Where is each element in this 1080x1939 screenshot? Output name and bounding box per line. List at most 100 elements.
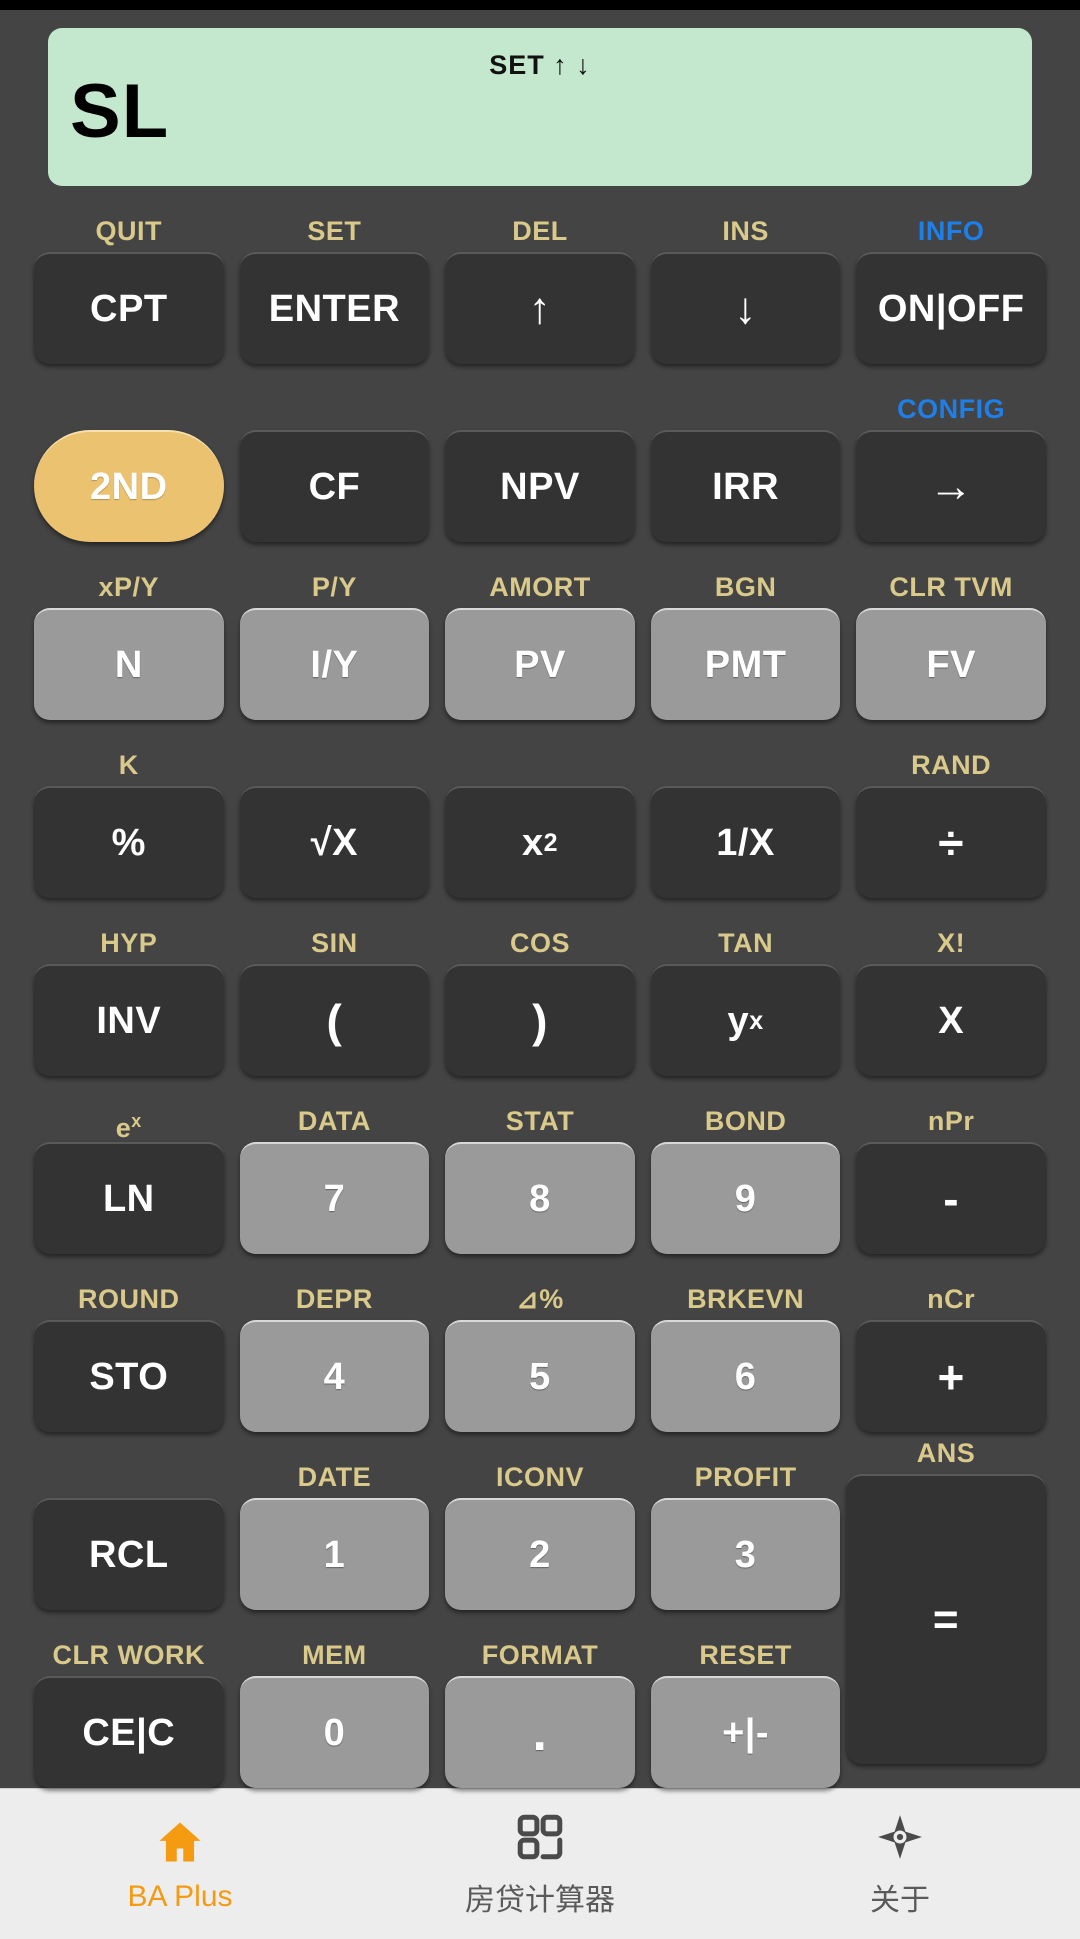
key-ln[interactable]: LN <box>34 1142 224 1254</box>
key-pmt[interactable]: PMT <box>650 608 841 720</box>
display-indicators: SET ↑ ↓ <box>489 50 591 80</box>
key-cpt-cell: QUIT CPT <box>26 186 232 364</box>
key-reciprocal-cell: 1/X <box>643 720 849 898</box>
nav-about[interactable]: 关于 <box>720 1809 1080 1919</box>
home-icon <box>154 1814 206 1870</box>
key-n[interactable]: N <box>34 608 224 720</box>
key-cpt[interactable]: CPT <box>34 252 224 364</box>
key-power[interactable]: yx <box>650 964 841 1076</box>
key-2nd[interactable]: 2ND <box>34 430 224 542</box>
key-up-second-label: DEL <box>512 216 568 246</box>
keypad-row: ex LN DATA 7 STAT 8 BOND 9 nPr - <box>26 1076 1054 1254</box>
key-sto-cell: ROUND STO <box>26 1254 232 1432</box>
key-equals-cell: = <box>846 1474 1046 1764</box>
key-up[interactable]: ↑ <box>445 252 635 364</box>
key-9-cell: BOND 9 <box>643 1076 849 1254</box>
key-1[interactable]: 1 <box>239 1498 430 1610</box>
key-percent[interactable]: % <box>34 786 224 898</box>
key-8[interactable]: 8 <box>445 1142 635 1254</box>
key-decimal[interactable]: . <box>445 1676 635 1788</box>
nav-ba-plus[interactable]: BA Plus <box>0 1814 360 1914</box>
key-square[interactable]: x2 <box>445 786 635 898</box>
key-minus[interactable]: - <box>856 1142 1046 1254</box>
key-6[interactable]: 6 <box>650 1320 841 1432</box>
key-5-second-label: ⊿% <box>516 1284 564 1314</box>
key-0-second-label: MEM <box>302 1640 367 1670</box>
key-right-arrow-second-label: CONFIG <box>897 394 1006 424</box>
key-ce-c[interactable]: CE|C <box>34 1676 224 1788</box>
key-sqrt-cell: √X <box>232 720 438 898</box>
key-2[interactable]: 2 <box>445 1498 635 1610</box>
key-8-cell: STAT 8 <box>437 1076 643 1254</box>
key-up-cell: DEL ↑ <box>437 186 643 364</box>
key-6-second-label: BRKEVN <box>687 1284 805 1314</box>
key-4-cell: DEPR 4 <box>232 1254 438 1432</box>
key-equals[interactable]: = <box>846 1474 1046 1764</box>
key-npv-cell: NPV <box>437 364 643 542</box>
key-ln-second-label: ex <box>115 1111 142 1143</box>
key-2nd-cell: 2ND <box>26 364 232 542</box>
key-0-cell: MEM 0 <box>232 1610 438 1788</box>
key-irr[interactable]: IRR <box>650 430 841 542</box>
key-sign[interactable]: +|- <box>650 1676 841 1788</box>
keypad: QUIT CPT SET ENTER DEL ↑ INS ↓ INFO ON|OFF 2ND CF… <box>0 186 1080 1788</box>
key-sqrt[interactable]: √X <box>239 786 430 898</box>
keypad-row: xP/Y N P/Y I/Y AMORT PV BGN PMT CLR TVM FV <box>26 542 1054 720</box>
display-value: SL <box>70 69 170 154</box>
key-plus[interactable]: + <box>856 1320 1046 1432</box>
key-2-second-label: ICONV <box>495 1462 584 1492</box>
key-decimal-second-label: FORMAT <box>481 1640 599 1670</box>
key-pmt-second-label: BGN <box>714 572 777 602</box>
key-pv[interactable]: PV <box>445 608 635 720</box>
key-7[interactable]: 7 <box>239 1142 430 1254</box>
key-enter[interactable]: ENTER <box>239 252 430 364</box>
keypad-row: HYP INV SIN(COS) TAN y x X! X <box>26 898 1054 1076</box>
key-divide-second-label: RAND <box>911 750 992 780</box>
key-on-off[interactable]: ON|OFF <box>856 252 1046 364</box>
key-right-arrow[interactable]: → <box>856 430 1046 542</box>
key-ln-cell: ex LN <box>26 1076 232 1254</box>
key-4[interactable]: 4 <box>239 1320 430 1432</box>
key-equals-second-label: ANS <box>916 1438 976 1468</box>
key-iy[interactable]: I/Y <box>239 608 430 720</box>
key-divide-cell: RAND ÷ <box>848 720 1054 898</box>
key-down[interactable]: ↓ <box>650 252 841 364</box>
key-reciprocal[interactable]: 1/X <box>650 786 841 898</box>
key-close-paren[interactable]: ) <box>445 964 635 1076</box>
key-down-second-label: INS <box>722 216 769 246</box>
key-rcl-second-label <box>125 1456 133 1498</box>
nav-mortgage-calculator-label: 房贷计算器 <box>465 1884 615 1917</box>
key-multiply-second-label: X! <box>937 928 966 958</box>
status-bar <box>0 0 1080 10</box>
key-npv[interactable]: NPV <box>445 430 635 542</box>
key-inv-second-label: HYP <box>100 928 158 958</box>
nav-ba-plus-label: BA Plus <box>127 1880 233 1913</box>
key-9-second-label: BOND <box>704 1106 787 1136</box>
key-5[interactable]: 5 <box>445 1320 635 1432</box>
key-1-second-label: DATE <box>297 1462 372 1492</box>
key-fv-second-label: CLR TVM <box>889 572 1013 602</box>
key-multiply[interactable]: X <box>856 964 1046 1076</box>
key-9[interactable]: 9 <box>650 1142 841 1254</box>
key-2-cell: ICONV 2 <box>437 1432 643 1610</box>
key-sto[interactable]: STO <box>34 1320 224 1432</box>
nav-mortgage-calculator[interactable]: 房贷计算器 <box>360 1809 720 1919</box>
key-cf[interactable]: CF <box>239 430 430 542</box>
key-fv[interactable]: FV <box>856 608 1046 720</box>
key-sto-second-label: ROUND <box>78 1284 180 1314</box>
key-divide[interactable]: ÷ <box>856 786 1046 898</box>
key-open-paren[interactable]: ( <box>239 964 430 1076</box>
key-irr-cell: IRR <box>643 364 849 542</box>
calculator-display: SET ↑ ↓ SL <box>48 28 1032 186</box>
key-sign-second-label: RESET <box>699 1640 792 1670</box>
key-0[interactable]: 0 <box>239 1676 430 1788</box>
key-cpt-second-label: QUIT <box>95 216 163 246</box>
key-5-cell: ⊿% 5 <box>437 1254 643 1432</box>
key-3-second-label: PROFIT <box>694 1462 797 1492</box>
key-rcl[interactable]: RCL <box>34 1498 224 1610</box>
key-3[interactable]: 3 <box>650 1498 841 1610</box>
key-inv[interactable]: INV <box>34 964 224 1076</box>
key-2nd-second-label <box>125 388 133 430</box>
key-open-paren-second-label: SIN <box>311 928 358 958</box>
key-ce-c-second-label: CLR WORK <box>52 1640 206 1670</box>
